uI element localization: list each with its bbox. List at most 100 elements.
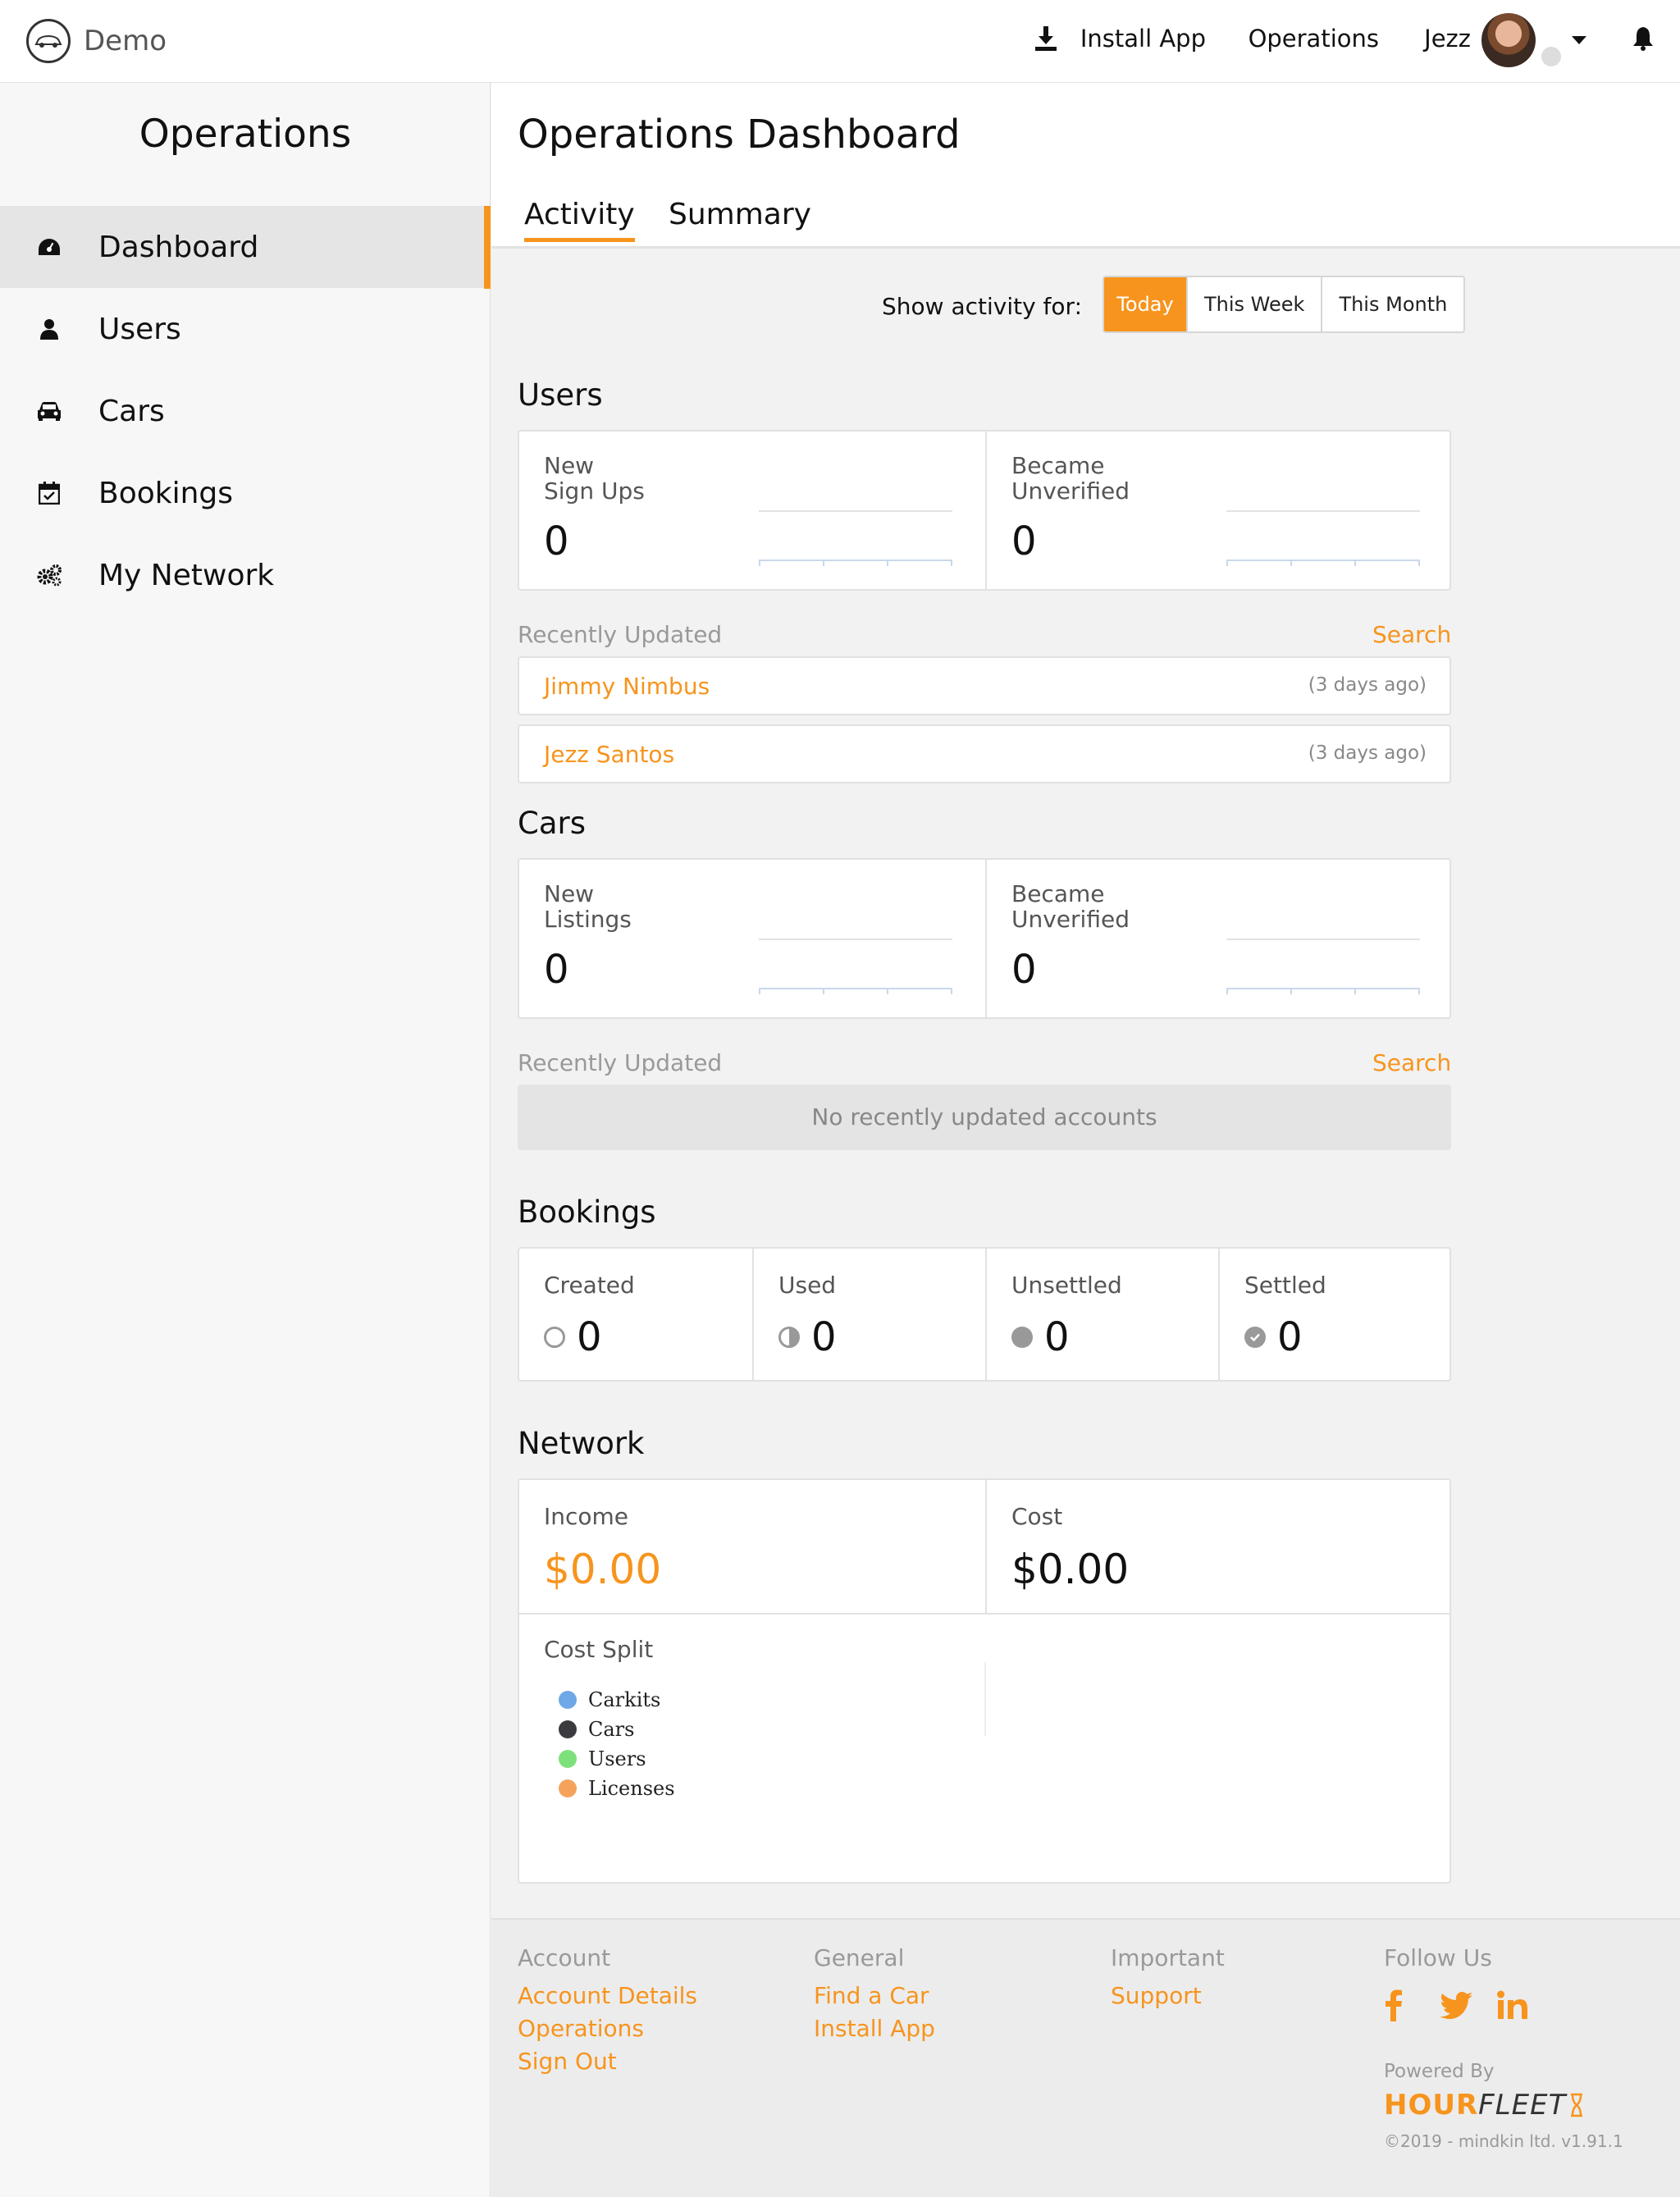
user-menu[interactable]: Jezz — [1424, 25, 1471, 53]
stat-label-line1: New — [544, 452, 595, 479]
list-item[interactable]: Jimmy Nimbus (3 days ago) — [518, 656, 1451, 715]
updated-time: (3 days ago) — [1308, 742, 1427, 764]
bell-icon[interactable] — [1629, 25, 1657, 53]
powered-by-label: Powered By — [1384, 2061, 1495, 2082]
hourfleet-fleet: FLEET — [1478, 2089, 1567, 2122]
users-heading: Users — [518, 377, 603, 413]
new-listings-stat[interactable]: New Listings 0 — [519, 860, 985, 1017]
stat-label-line2: Sign Ups — [544, 477, 645, 505]
half-circle-icon — [778, 1327, 800, 1348]
find-a-car-link[interactable]: Find a Car — [814, 1980, 935, 2012]
users-search-link[interactable]: Search — [1372, 621, 1451, 648]
today-button[interactable]: Today — [1104, 277, 1188, 331]
footer-heading: Follow Us — [1384, 1944, 1492, 1971]
legend-label: Carkits — [588, 1688, 661, 1711]
legend-label: Cars — [588, 1718, 635, 1741]
stat-label: Unsettled — [1011, 1272, 1122, 1299]
chevron-down-icon[interactable] — [1572, 36, 1586, 44]
income-label: Income — [544, 1503, 629, 1530]
cars-unverified-stat[interactable]: Became Unverified 0 — [985, 860, 1451, 1017]
operations-link[interactable]: Operations — [1249, 25, 1379, 53]
legend-swatch — [559, 1720, 577, 1738]
stat-value: 0 — [544, 518, 569, 564]
empty-state: No recently updated accounts — [518, 1085, 1451, 1150]
user-link[interactable]: Jezz Santos — [544, 741, 674, 768]
legend-swatch — [559, 1779, 577, 1797]
stat-label-line2: Unverified — [1011, 906, 1130, 933]
legend-item: Licenses — [559, 1777, 675, 1800]
unsettled-stat[interactable]: Unsettled 0 — [985, 1249, 1218, 1380]
circle-outline-icon — [544, 1327, 565, 1348]
sidebar-item-cars[interactable]: Cars — [0, 370, 491, 452]
stat-label: Used — [778, 1272, 837, 1299]
footer-heading: Important — [1111, 1944, 1225, 1971]
user-name: Jezz — [1424, 25, 1471, 53]
gears-icon — [37, 564, 62, 587]
sparkline — [759, 510, 952, 568]
hourfleet-logo[interactable]: HOURFLEET — [1384, 2089, 1584, 2122]
filled-circle-icon — [1011, 1327, 1033, 1348]
income-stat[interactable]: Income $0.00 — [519, 1480, 985, 1613]
twitter-icon[interactable] — [1440, 1992, 1472, 2020]
income-value: $0.00 — [544, 1546, 662, 1593]
legend-item: Users — [559, 1747, 646, 1770]
car-logo-icon — [26, 19, 71, 63]
sidebar-item-my-network[interactable]: My Network — [0, 534, 491, 616]
footer-account: Account Account Details Operations Sign … — [518, 1944, 697, 2078]
facebook-icon[interactable] — [1384, 1989, 1404, 2021]
stat-value: 0 — [811, 1314, 837, 1360]
sidebar-item-users[interactable]: Users — [0, 288, 491, 370]
user-icon — [40, 319, 58, 340]
sidebar-item-label: Dashboard — [98, 230, 259, 264]
support-link[interactable]: Support — [1111, 1980, 1225, 2012]
copyright: ©2019 - mindkin ltd. v1.91.1 — [1384, 2131, 1623, 2151]
sidebar-item-label: Cars — [98, 394, 165, 428]
install-app-link[interactable]: Install App — [814, 2012, 935, 2045]
user-link[interactable]: Jimmy Nimbus — [544, 673, 710, 700]
active-indicator — [484, 206, 491, 289]
sidebar-item-label: Users — [98, 312, 181, 346]
avatar[interactable] — [1481, 13, 1536, 67]
operations-link[interactable]: Operations — [518, 2012, 697, 2045]
divider — [519, 1613, 1449, 1615]
tab-activity[interactable]: Activity — [524, 198, 635, 242]
check-circle-icon — [1244, 1327, 1266, 1348]
sidebar-item-dashboard[interactable]: Dashboard — [0, 206, 491, 288]
stat-label-line1: Became — [1011, 880, 1105, 907]
sidebar-item-bookings[interactable]: Bookings — [0, 452, 491, 534]
cost-label: Cost — [1011, 1503, 1063, 1530]
sign-out-link[interactable]: Sign Out — [518, 2045, 697, 2078]
legend-label: Licenses — [588, 1777, 675, 1800]
legend-swatch — [559, 1750, 577, 1768]
user-badge-icon — [1539, 44, 1564, 69]
cost-split-label: Cost Split — [544, 1636, 654, 1663]
this-month-button[interactable]: This Month — [1322, 277, 1463, 331]
list-item[interactable]: Jezz Santos (3 days ago) — [518, 724, 1451, 783]
stat-value: 0 — [1011, 947, 1037, 993]
install-app-link[interactable]: Install App — [1034, 25, 1206, 53]
cars-search-link[interactable]: Search — [1372, 1049, 1451, 1076]
stat-label-line1: New — [544, 880, 595, 907]
stat-value: 0 — [1277, 1314, 1303, 1360]
cars-heading: Cars — [518, 806, 586, 841]
used-stat[interactable]: Used 0 — [752, 1249, 985, 1380]
stat-label-line2: Listings — [544, 906, 632, 933]
cost-stat[interactable]: Cost $0.00 — [985, 1480, 1451, 1613]
chart-divider — [984, 1662, 986, 1736]
legend-swatch — [559, 1691, 577, 1709]
calendar-check-icon — [39, 482, 60, 505]
linkedin-icon[interactable] — [1497, 1990, 1528, 2020]
footer: Account Account Details Operations Sign … — [491, 1918, 1680, 2197]
settled-stat[interactable]: Settled 0 — [1218, 1249, 1451, 1380]
created-stat[interactable]: Created 0 — [519, 1249, 752, 1380]
users-unverified-stat[interactable]: Became Unverified 0 — [985, 432, 1451, 589]
new-signups-stat[interactable]: New Sign Ups 0 — [519, 432, 985, 589]
tab-summary[interactable]: Summary — [669, 198, 811, 231]
sidebar-item-label: Bookings — [98, 476, 234, 510]
stat-label-line1: Became — [1011, 452, 1105, 479]
sparkline — [1226, 510, 1420, 568]
account-details-link[interactable]: Account Details — [518, 1980, 697, 2012]
brand[interactable]: Demo — [26, 18, 167, 64]
this-week-button[interactable]: This Week — [1188, 277, 1323, 331]
stat-value: 0 — [577, 1314, 602, 1360]
